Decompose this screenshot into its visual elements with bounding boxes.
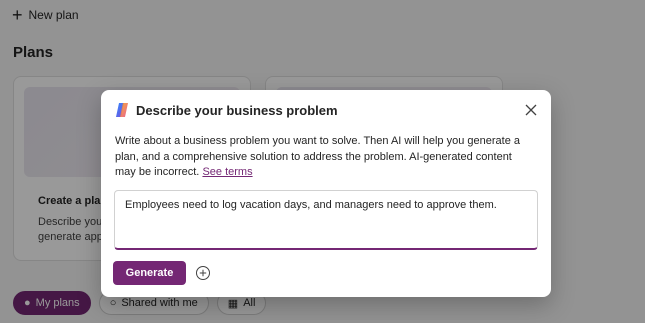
dialog-title: Describe your business problem [136, 103, 338, 118]
problem-input[interactable]: Employees need to log vacation days, and… [114, 190, 538, 250]
copilot-icon [116, 103, 128, 117]
description-text: Write about a business problem you want … [115, 135, 520, 178]
add-attachment-icon[interactable] [195, 265, 211, 281]
see-terms-link[interactable]: See terms [202, 166, 252, 178]
dialog-description: Write about a business problem you want … [115, 134, 535, 181]
describe-problem-dialog: Describe your business problem Write abo… [101, 90, 551, 297]
generate-button[interactable]: Generate [113, 261, 186, 285]
close-icon[interactable] [523, 102, 539, 118]
